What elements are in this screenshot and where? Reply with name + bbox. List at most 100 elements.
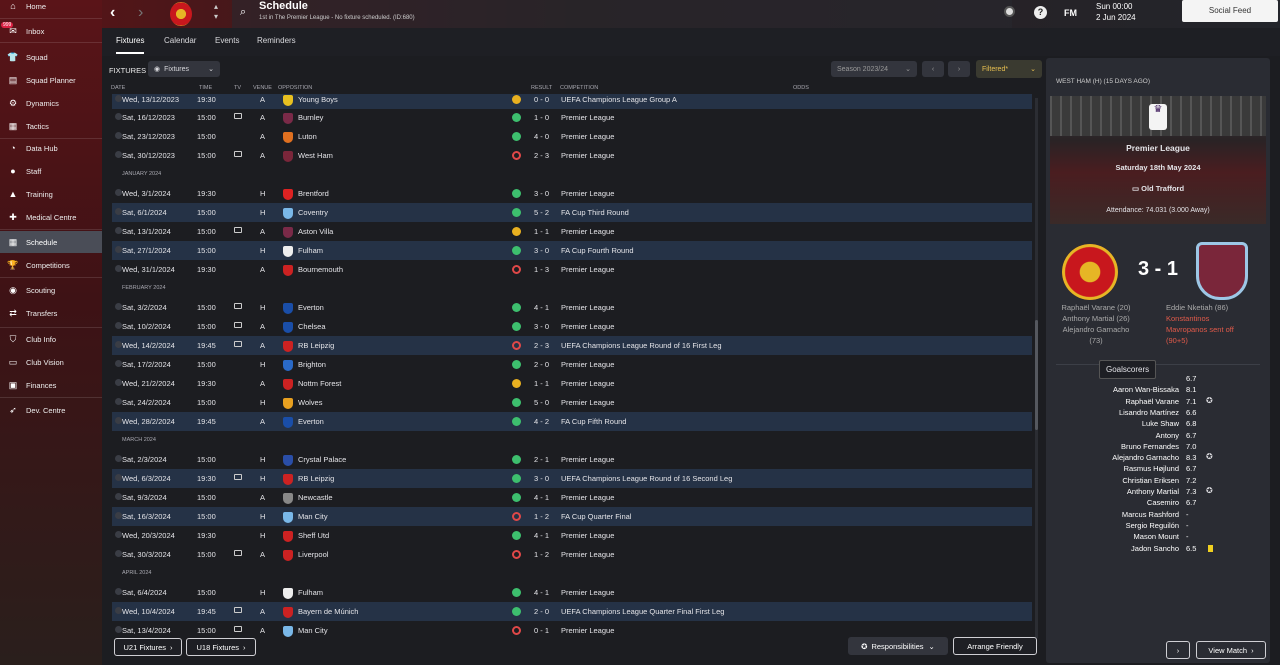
next-season-button[interactable]: › — [948, 61, 970, 77]
fixture-row[interactable]: Wed, 31/1/2024 19:30 A Bournemouth 1 - 3 Prem… — [112, 260, 1032, 279]
fixture-opposition[interactable]: Crystal Palace — [298, 455, 346, 464]
player-rating-row[interactable]: Raphaël Varane 7.1 ✪ — [1046, 396, 1270, 408]
fixture-row[interactable]: Sat, 16/3/2024 15:00 H Man City 1 - 2 FA Cup … — [112, 507, 1032, 526]
fixture-opposition[interactable]: Man City — [298, 512, 328, 521]
sidebar-item-home[interactable]: ⌂ Home — [0, 0, 102, 17]
arrange-friendly-button[interactable]: Arrange Friendly — [953, 637, 1037, 655]
sidebar-item-inbox[interactable]: ✉ 999 Inbox — [0, 20, 102, 42]
fixture-opposition[interactable]: Man City — [298, 626, 328, 635]
search-icon[interactable]: ⌕ — [240, 6, 246, 19]
fixture-competition[interactable]: Premier League — [561, 113, 614, 122]
fixture-row[interactable]: Sat, 23/12/2023 15:00 A Luton 4 - 0 Premier L… — [112, 127, 1032, 146]
fixture-select-icon[interactable] — [115, 208, 122, 215]
sidebar-item-dev-centre[interactable]: ➶ Dev. Centre — [0, 399, 102, 421]
fixture-opposition[interactable]: Sheff Utd — [298, 531, 329, 540]
player-rating-row[interactable]: Bruno Fernandes 7.0 — [1046, 442, 1270, 453]
sidebar-item-club-info[interactable]: ⛉ Club Info — [0, 328, 102, 350]
forward-button[interactable]: › — [138, 4, 143, 22]
fixture-select-icon[interactable] — [115, 113, 122, 120]
fixture-row[interactable]: Sat, 10/2/2024 15:00 A Chelsea 3 - 0 Premier … — [112, 317, 1032, 336]
fixture-select-icon[interactable] — [115, 341, 122, 348]
fixture-competition[interactable]: Premier League — [561, 588, 614, 597]
col-venue[interactable]: VENUE — [253, 85, 272, 91]
fixture-row[interactable]: Sat, 24/2/2024 15:00 H Wolves 5 - 0 Premier L… — [112, 393, 1032, 412]
fixture-competition[interactable]: Premier League — [561, 189, 614, 198]
fixture-select-icon[interactable] — [115, 246, 122, 253]
fixture-row[interactable]: Wed, 6/3/2024 19:30 H RB Leipzig 3 - 0 UEFA C… — [112, 469, 1032, 488]
help-icon[interactable]: ? — [1034, 6, 1047, 19]
player-rating-row[interactable]: Sergio Reguilón - — [1046, 521, 1270, 532]
sidebar-item-staff[interactable]: ● Staff — [0, 160, 102, 182]
fixture-opposition[interactable]: Liverpool — [298, 550, 328, 559]
fixture-select-icon[interactable] — [115, 550, 122, 557]
fixture-opposition[interactable]: Coventry — [298, 208, 328, 217]
fixture-opposition[interactable]: Brighton — [298, 360, 326, 369]
view-match-button[interactable]: View Match › — [1196, 641, 1266, 659]
fixture-select-icon[interactable] — [115, 512, 122, 519]
u21-fixtures-button[interactable]: U21 Fixtures › — [114, 638, 182, 656]
col-time[interactable]: TIME — [199, 85, 212, 91]
fixture-competition[interactable]: Premier League — [561, 265, 614, 274]
sidebar-item-dynamics[interactable]: ⚙ Dynamics — [0, 92, 102, 114]
sidebar-item-data-hub[interactable]: ◔ Data Hub — [0, 137, 102, 159]
col-tv[interactable]: TV — [234, 85, 241, 91]
fixture-competition[interactable]: Premier League — [561, 360, 614, 369]
filter-button[interactable]: Filtered* ⌄ — [976, 60, 1042, 78]
fixture-opposition[interactable]: Nottm Forest — [298, 379, 341, 388]
sidebar-item-tactics[interactable]: ▦ Tactics — [0, 115, 102, 137]
player-rating-row[interactable]: 6.7 — [1046, 374, 1270, 385]
fixture-opposition[interactable]: West Ham — [298, 151, 333, 160]
fixture-row[interactable]: Wed, 13/12/2023 19:30 A Young Boys 0 - 0 UEFA… — [112, 94, 1032, 109]
fixture-competition[interactable]: FA Cup Fourth Round — [561, 246, 634, 255]
fixture-row[interactable]: Sat, 30/3/2024 15:00 A Liverpool 1 - 2 Premie… — [112, 545, 1032, 564]
fixture-competition[interactable]: FA Cup Fifth Round — [561, 417, 626, 426]
fixture-row[interactable]: Sat, 6/1/2024 15:00 H Coventry 5 - 2 FA Cup T… — [112, 203, 1032, 222]
tab-calendar[interactable]: Calendar — [164, 36, 196, 45]
fixture-select-icon[interactable] — [115, 303, 122, 310]
col-odds[interactable]: ODDS — [793, 85, 809, 91]
fixture-row[interactable]: Sat, 30/12/2023 15:00 A West Ham 2 - 3 Premie… — [112, 146, 1032, 165]
fixture-competition[interactable]: FA Cup Quarter Final — [561, 512, 631, 521]
player-rating-row[interactable]: Casemiro 6.7 — [1046, 498, 1270, 509]
fixture-competition[interactable]: Premier League — [561, 531, 614, 540]
col-result[interactable]: RESULT — [531, 85, 552, 91]
sidebar-item-club-vision[interactable]: ▭ Club Vision — [0, 351, 102, 373]
fixture-competition[interactable]: Premier League — [561, 227, 614, 236]
player-rating-row[interactable]: Alejandro Garnacho 8.3 ✪ — [1046, 452, 1270, 464]
sidebar-item-medical-centre[interactable]: ✚ Medical Centre — [0, 206, 102, 228]
fixture-row[interactable]: Sat, 27/1/2024 15:00 H Fulham 3 - 0 FA Cup Fo… — [112, 241, 1032, 260]
fixture-opposition[interactable]: Luton — [298, 132, 317, 141]
sidebar-item-scouting[interactable]: ◉ Scouting — [0, 279, 102, 301]
sidebar-item-schedule[interactable]: ▦ Schedule — [0, 231, 102, 253]
fixture-competition[interactable]: Premier League — [561, 398, 614, 407]
col-opposition[interactable]: OPPOSITION — [278, 85, 312, 91]
season-select[interactable]: Season 2023/24 ⌄ — [831, 61, 917, 77]
fm-logo[interactable]: FM — [1064, 8, 1077, 18]
fixture-opposition[interactable]: Everton — [298, 303, 324, 312]
fixture-row[interactable]: Sat, 2/3/2024 15:00 H Crystal Palace 2 - 1 Pr… — [112, 450, 1032, 469]
fixture-opposition[interactable]: Fulham — [298, 588, 323, 597]
player-rating-row[interactable]: Lisandro Martínez 6.6 — [1046, 408, 1270, 419]
fixture-select-icon[interactable] — [115, 360, 122, 367]
u18-fixtures-button[interactable]: U18 Fixtures › — [186, 638, 256, 656]
tab-reminders[interactable]: Reminders — [257, 36, 296, 45]
fixture-row[interactable]: Sat, 9/3/2024 15:00 A Newcastle 4 - 1 Premier… — [112, 488, 1032, 507]
fixture-opposition[interactable]: Burnley — [298, 113, 323, 122]
fixture-competition[interactable]: Premier League — [561, 379, 614, 388]
scrollbar-thumb[interactable] — [1035, 320, 1038, 430]
fixture-opposition[interactable]: Everton — [298, 417, 324, 426]
player-rating-row[interactable]: Marcus Rashford - — [1046, 510, 1270, 521]
fixture-select-icon[interactable] — [115, 626, 122, 633]
responsibilities-button[interactable]: ✪ Responsibilities ⌄ — [848, 637, 948, 655]
club-switch-icon[interactable]: ▴ ▾ — [214, 2, 218, 22]
fixture-competition[interactable]: Premier League — [561, 493, 614, 502]
fixture-select-icon[interactable] — [115, 379, 122, 386]
fixture-opposition[interactable]: Young Boys — [298, 95, 338, 104]
fixture-select-icon[interactable] — [115, 607, 122, 614]
ball-icon[interactable] — [1004, 6, 1015, 17]
fixture-row[interactable]: Wed, 20/3/2024 19:30 H Sheff Utd 4 - 1 Premie… — [112, 526, 1032, 545]
fixture-select-icon[interactable] — [115, 227, 122, 234]
fixture-competition[interactable]: UEFA Champions League Round of 16 Second… — [561, 474, 732, 483]
fixture-competition[interactable]: UEFA Champions League Round of 16 First … — [561, 341, 722, 350]
fixture-select-icon[interactable] — [115, 417, 122, 424]
